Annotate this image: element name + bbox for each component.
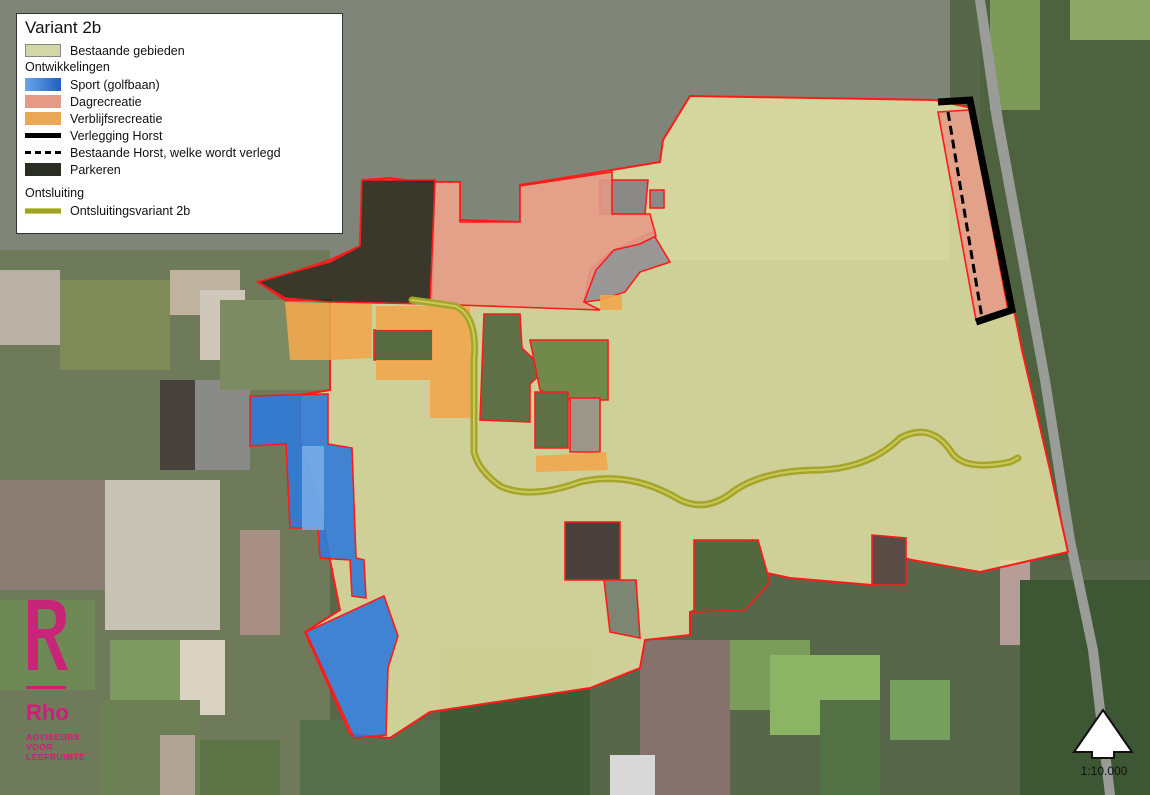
legend-label: Bestaande Horst, welke wordt verlegd [70, 145, 281, 160]
swatch-sport [25, 78, 61, 91]
legend-item-bestaande-horst: Bestaande Horst, welke wordt verlegd [25, 144, 334, 161]
swatch-solid-line [25, 133, 61, 138]
legend-section-ontsluiting: Ontsluiting [25, 186, 85, 200]
area-verblijfsrecreatie-west [285, 302, 372, 360]
swatch-route [25, 207, 61, 214]
legend-label: Verblijfsrecreatie [70, 111, 163, 126]
swatch-dagrecreatie [25, 95, 61, 108]
legend-item-parkeren: Parkeren [25, 161, 334, 178]
logo-tagline-1: ADVISEURS [26, 732, 81, 742]
legend-item-sport: Sport (golfbaan) [25, 76, 334, 93]
logo-tagline-2: VOOR [26, 742, 54, 752]
logo-tagline-3: LEEFRUIMTE [26, 752, 86, 762]
legend-label: Verlegging Horst [70, 128, 163, 143]
swatch-existing [25, 44, 61, 57]
legend-label: Dagrecreatie [70, 94, 142, 109]
legend-label: Parkeren [70, 162, 121, 177]
logo-brand: Rho [26, 700, 69, 725]
legend-item-dagrecreatie: Dagrecreatie [25, 93, 334, 110]
legend-title: Variant 2b [25, 18, 102, 37]
swatch-dashed-line [25, 151, 61, 154]
swatch-parkeren [25, 163, 61, 176]
legend-item-verlegging-horst: Verlegging Horst [25, 127, 334, 144]
legend-label: Ontsluitingsvariant 2b [70, 203, 191, 218]
legend-item-ontsluitingsvariant: Ontsluitingsvariant 2b [25, 202, 334, 219]
legend-item-bestaande: Bestaande gebieden [25, 42, 334, 59]
rho-logo-text: Rho ADVISEURS VOOR LEEFRUIMTE [26, 700, 85, 762]
map-legend: Variant 2b Bestaande gebieden Ontwikkeli… [16, 13, 343, 234]
legend-item-verblijfsrecreatie: Verblijfsrecreatie [25, 110, 334, 127]
legend-label: Bestaande gebieden [70, 43, 185, 58]
scale-label: 1:10.000 [1080, 764, 1128, 778]
legend-label: Sport (golfbaan) [70, 77, 160, 92]
swatch-verblijfsrecreatie [25, 112, 61, 125]
legend-section-ontwikkelingen: Ontwikkelingen [25, 60, 110, 74]
